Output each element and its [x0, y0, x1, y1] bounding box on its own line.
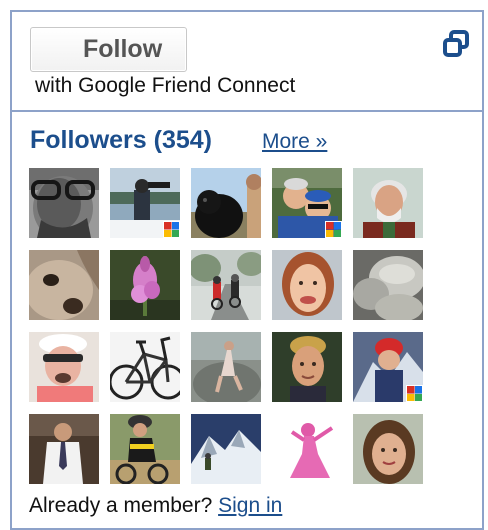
avatar-grey-haired-man[interactable]: [353, 168, 423, 238]
avatar-pink-flower[interactable]: [110, 250, 180, 320]
avatar-lake-photographer[interactable]: [110, 168, 180, 238]
followers-heading: Followers (354): [30, 126, 212, 154]
avatar-man-portrait[interactable]: [272, 332, 342, 402]
avatar-pink-silhouette[interactable]: [272, 414, 342, 484]
already-member-prompt: Already a member?: [29, 494, 219, 517]
avatar-bw-glasses-man[interactable]: [29, 168, 99, 238]
avatar-bicycle[interactable]: [110, 332, 180, 402]
sign-in-link[interactable]: Sign in: [218, 494, 282, 517]
avatar-cyclist-sunglasses[interactable]: [29, 332, 99, 402]
follow-section: Follow with Google Friend Connect: [12, 12, 482, 112]
avatar-snowy-mountain[interactable]: [191, 414, 261, 484]
avatar-climber-red-helmet[interactable]: [353, 332, 423, 402]
popout-windows-icon[interactable]: [442, 30, 470, 58]
followers-grid: [29, 168, 429, 484]
google-badge-icon: [406, 385, 423, 402]
avatar-mountain-biker[interactable]: [110, 414, 180, 484]
avatar-dog-closeup[interactable]: [29, 250, 99, 320]
google-badge-icon: [163, 221, 180, 238]
avatar-woman-portrait[interactable]: [353, 414, 423, 484]
google-badge-icon: [325, 221, 342, 238]
avatar-cyclists-helmets[interactable]: [272, 168, 342, 238]
avatar-man-in-shirt[interactable]: [29, 414, 99, 484]
avatar-woman-on-rocks[interactable]: [191, 332, 261, 402]
follow-subtitle: with Google Friend Connect: [35, 74, 296, 97]
follow-button[interactable]: Follow: [30, 27, 187, 72]
avatar-smiling-woman[interactable]: [272, 250, 342, 320]
friend-connect-gadget: Follow with Google Friend Connect Follow…: [10, 10, 484, 530]
avatar-rocks[interactable]: [353, 250, 423, 320]
more-followers-link[interactable]: More »: [262, 130, 327, 154]
already-member-text: Already a member? Sign in: [29, 494, 282, 518]
avatar-road-cyclists[interactable]: [191, 250, 261, 320]
avatar-black-dog[interactable]: [191, 168, 261, 238]
